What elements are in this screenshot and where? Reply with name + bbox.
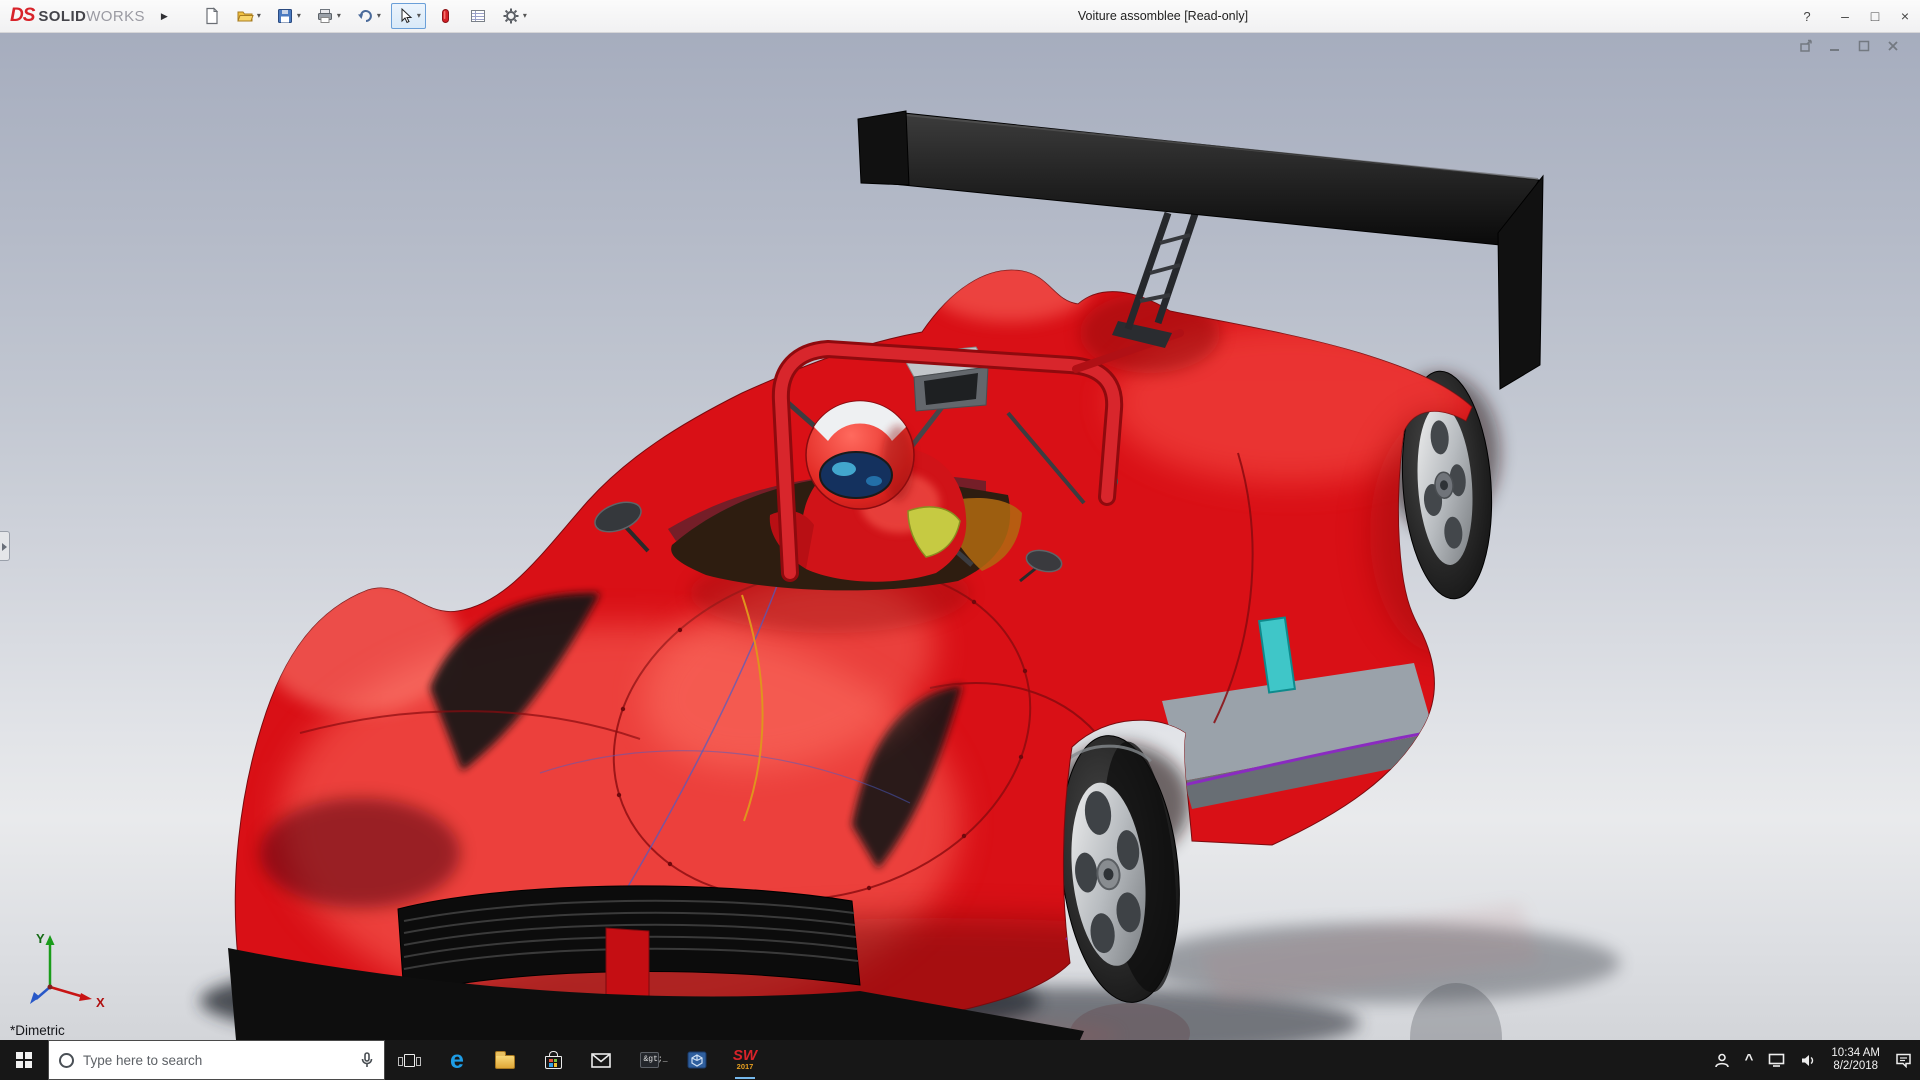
action-center-icon[interactable] bbox=[1895, 1052, 1912, 1068]
solidworks-taskbar-button[interactable]: SW 2017 bbox=[721, 1040, 769, 1080]
taskbar-clock[interactable]: 10:34 AM 8/2/2018 bbox=[1831, 1047, 1880, 1074]
task-view-button[interactable] bbox=[385, 1040, 433, 1080]
display-pane-button[interactable] bbox=[464, 3, 492, 29]
doc-maximize-icon[interactable] bbox=[1857, 39, 1871, 53]
minimize-button[interactable]: – bbox=[1830, 0, 1860, 33]
main-toolbar: ▾ ▾ ▾ ▾ ▾ ▾ bbox=[198, 3, 532, 29]
undo-dropdown-caret[interactable]: ▾ bbox=[377, 12, 381, 20]
start-button[interactable] bbox=[0, 1040, 48, 1080]
select-arrow-icon bbox=[401, 7, 413, 24]
window-controls: ? – □ × bbox=[1790, 0, 1920, 33]
options-button[interactable]: ▾ bbox=[497, 3, 532, 29]
titlebar: DS SOLID WORKS ▶ ▾ ▾ ▾ ▾ ▾ ▾ Voiture ass… bbox=[0, 0, 1920, 33]
featuremanager-flyout-handle[interactable] bbox=[0, 531, 10, 561]
front-right-wheel bbox=[1050, 735, 1190, 1003]
brand-solid: SOLID bbox=[38, 8, 87, 25]
appearance-icon bbox=[441, 9, 449, 23]
select-tool-button[interactable]: ▾ bbox=[390, 3, 426, 29]
cortana-icon bbox=[59, 1052, 74, 1068]
file-explorer-button[interactable] bbox=[481, 1040, 529, 1080]
file-explorer-icon bbox=[495, 1050, 515, 1069]
flyout-arrow-icon bbox=[2, 543, 7, 551]
edge-button[interactable]: e bbox=[433, 1040, 481, 1080]
maximize-button[interactable]: □ bbox=[1860, 0, 1890, 33]
view-orientation-label: *Dimetric bbox=[10, 1023, 65, 1038]
open-folder-icon bbox=[237, 11, 254, 22]
new-document-button[interactable] bbox=[198, 3, 226, 29]
brand-works: WORKS bbox=[86, 8, 145, 25]
undo-icon bbox=[357, 10, 372, 22]
undo-button[interactable]: ▾ bbox=[351, 3, 386, 29]
doc-minimize-icon[interactable] bbox=[1828, 39, 1842, 53]
solidworks-logo: DS SOLID WORKS bbox=[0, 5, 145, 27]
edge-icon: e bbox=[450, 1045, 464, 1074]
taskbar-search[interactable] bbox=[48, 1040, 385, 1080]
tray-overflow-chevron-icon[interactable]: ^ bbox=[1745, 1052, 1754, 1067]
wing-main-plane bbox=[862, 112, 1540, 246]
task-view-icon bbox=[397, 1053, 421, 1067]
options-dropdown-caret[interactable]: ▾ bbox=[523, 12, 527, 20]
driver-helmet bbox=[805, 400, 915, 510]
open-button[interactable]: ▾ bbox=[231, 3, 266, 29]
select-dropdown-caret[interactable]: ▾ bbox=[417, 12, 421, 20]
mail-icon bbox=[591, 1052, 611, 1068]
print-button[interactable]: ▾ bbox=[311, 3, 346, 29]
volume-icon[interactable] bbox=[1800, 1053, 1816, 1068]
save-dropdown-caret[interactable]: ▾ bbox=[297, 12, 301, 20]
mail-button[interactable] bbox=[577, 1040, 625, 1080]
windows-logo-icon bbox=[16, 1052, 32, 1068]
help-button[interactable]: ? bbox=[1790, 0, 1824, 33]
open-dropdown-caret[interactable]: ▾ bbox=[257, 12, 261, 20]
wing-left-endplate bbox=[857, 110, 910, 186]
graphics-viewport[interactable]: Y X *Dimetric bbox=[0, 33, 1920, 1040]
document-title: Voiture assomblee [Read-only] bbox=[1077, 9, 1249, 23]
edrawings-icon bbox=[687, 1051, 707, 1069]
print-dropdown-caret[interactable]: ▾ bbox=[337, 12, 341, 20]
microphone-icon[interactable] bbox=[360, 1052, 374, 1068]
new-document-icon bbox=[206, 7, 219, 25]
command-prompt-button[interactable]: &gt;_ bbox=[625, 1040, 673, 1080]
menu-expand-icon[interactable]: ▶ bbox=[161, 11, 168, 22]
ds-logo-icon: DS bbox=[10, 5, 35, 26]
race-car-model[interactable] bbox=[0, 33, 1920, 1040]
doc-restore-icon[interactable] bbox=[1799, 39, 1813, 53]
car-body bbox=[228, 269, 1473, 1040]
print-icon bbox=[317, 9, 332, 23]
running-app-indicator bbox=[735, 1077, 755, 1079]
display-pane-icon bbox=[470, 10, 485, 22]
system-tray: ^ 10:34 AM 8/2/2018 bbox=[1714, 1040, 1920, 1080]
save-icon bbox=[277, 9, 292, 23]
orientation-triad: Y X bbox=[30, 931, 105, 1010]
save-button[interactable]: ▾ bbox=[271, 3, 306, 29]
taskbar: e &gt;_ SW 2017 bbox=[0, 1040, 1920, 1080]
document-window-controls bbox=[1799, 39, 1900, 53]
store-button[interactable] bbox=[529, 1040, 577, 1080]
clock-time: 10:34 AM bbox=[1831, 1046, 1880, 1059]
appearance-button[interactable] bbox=[431, 3, 459, 29]
store-icon bbox=[544, 1051, 562, 1069]
screen: DS SOLID WORKS ▶ ▾ ▾ ▾ ▾ ▾ ▾ Voiture ass… bbox=[0, 0, 1920, 1080]
gear-icon bbox=[503, 8, 519, 24]
network-icon[interactable] bbox=[1768, 1053, 1785, 1067]
triad-y-label: Y bbox=[36, 931, 45, 946]
triad-x-label: X bbox=[96, 995, 105, 1010]
solidworks-taskbar-icon: SW 2017 bbox=[728, 1045, 762, 1079]
edrawings-button[interactable] bbox=[673, 1040, 721, 1080]
close-button[interactable]: × bbox=[1890, 0, 1920, 33]
clock-date: 8/2/2018 bbox=[1833, 1060, 1879, 1072]
people-icon[interactable] bbox=[1714, 1053, 1730, 1068]
doc-close-icon[interactable] bbox=[1886, 39, 1900, 53]
command-prompt-icon: &gt;_ bbox=[639, 1052, 668, 1068]
search-input[interactable] bbox=[83, 1052, 351, 1068]
